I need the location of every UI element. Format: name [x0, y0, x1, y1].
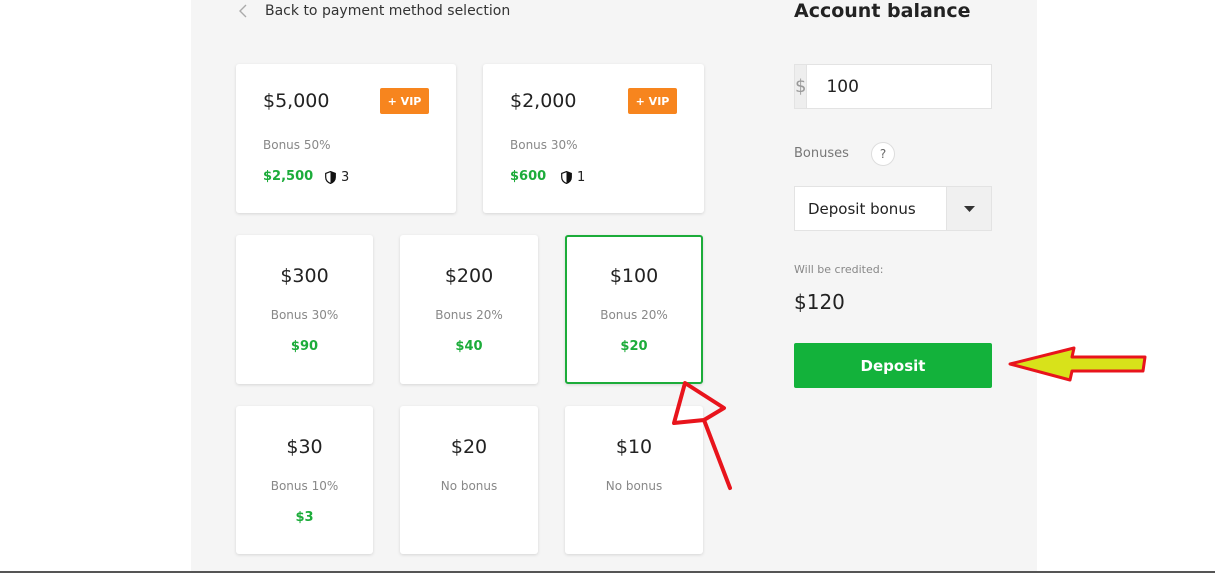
- bonuses-label: Bonuses: [794, 146, 849, 161]
- amount-field[interactable]: $: [794, 64, 1048, 109]
- package-amount: $100: [609, 265, 659, 287]
- bonus-select[interactable]: Deposit bonus: [794, 186, 992, 231]
- bonus-percent: No bonus: [440, 479, 498, 493]
- package-amount: $30: [286, 436, 323, 458]
- credited-label: Will be credited:: [794, 263, 884, 276]
- package-amount: $2,000: [510, 90, 577, 112]
- account-balance-title: Account balance: [794, 0, 971, 22]
- chevron-left-icon: [239, 4, 247, 18]
- vip-badge: + VIP: [380, 88, 429, 114]
- package-card-selected[interactable]: $100 Bonus 20% $20: [565, 235, 703, 384]
- bonus-percent: No bonus: [605, 479, 663, 493]
- bonus-value: $90: [290, 339, 319, 354]
- shield-icon: [561, 170, 572, 184]
- help-icon[interactable]: ?: [871, 142, 895, 166]
- vip-package-card[interactable]: $5,000 + VIP Bonus 50% $2,500 3: [236, 64, 456, 213]
- package-amount: $20: [450, 436, 488, 458]
- vip-badge: + VIP: [628, 88, 677, 114]
- amount-input[interactable]: [807, 65, 1048, 108]
- shield-icon: [325, 170, 336, 184]
- shield-count: 3: [325, 169, 349, 185]
- bonus-percent: Bonus 50%: [263, 138, 331, 152]
- package-amount: $10: [615, 436, 653, 458]
- deposit-button[interactable]: Deposit: [794, 343, 992, 388]
- package-card[interactable]: $10 No bonus: [565, 406, 703, 554]
- bonus-value: $2,500: [263, 169, 314, 184]
- shield-count-value: 3: [341, 169, 350, 185]
- back-link[interactable]: Back to payment method selection: [238, 0, 510, 22]
- bonus-percent: Bonus 20%: [600, 308, 668, 322]
- bonus-select-value: Deposit bonus: [808, 199, 916, 218]
- package-card[interactable]: $300 Bonus 30% $90: [236, 235, 373, 384]
- package-card[interactable]: $200 Bonus 20% $40: [400, 235, 538, 384]
- vip-package-card[interactable]: $2,000 + VIP Bonus 30% $600 1: [483, 64, 704, 213]
- package-card[interactable]: $30 Bonus 10% $3: [236, 406, 373, 554]
- dropdown-toggle[interactable]: [946, 187, 991, 230]
- back-link-label: Back to payment method selection: [265, 3, 511, 19]
- bonus-percent: Bonus 20%: [435, 308, 503, 322]
- credited-value: $120: [794, 290, 845, 314]
- bonus-percent: Bonus 30%: [270, 308, 339, 322]
- package-card[interactable]: $20 No bonus: [400, 406, 538, 554]
- bonus-percent: Bonus 30%: [510, 138, 578, 152]
- bonus-value: $3: [295, 510, 314, 525]
- package-amount: $300: [280, 265, 329, 287]
- shield-count-value: 1: [577, 169, 586, 185]
- bonus-value: $20: [620, 339, 648, 354]
- bonus-value: $40: [455, 339, 483, 354]
- bonus-value: $600: [510, 169, 547, 184]
- caret-down-icon: [963, 205, 975, 212]
- bonus-percent: Bonus 10%: [270, 479, 339, 493]
- shield-count: 1: [561, 169, 585, 185]
- package-amount: $200: [444, 265, 494, 287]
- package-amount: $5,000: [263, 90, 330, 112]
- currency-symbol: $: [795, 65, 808, 108]
